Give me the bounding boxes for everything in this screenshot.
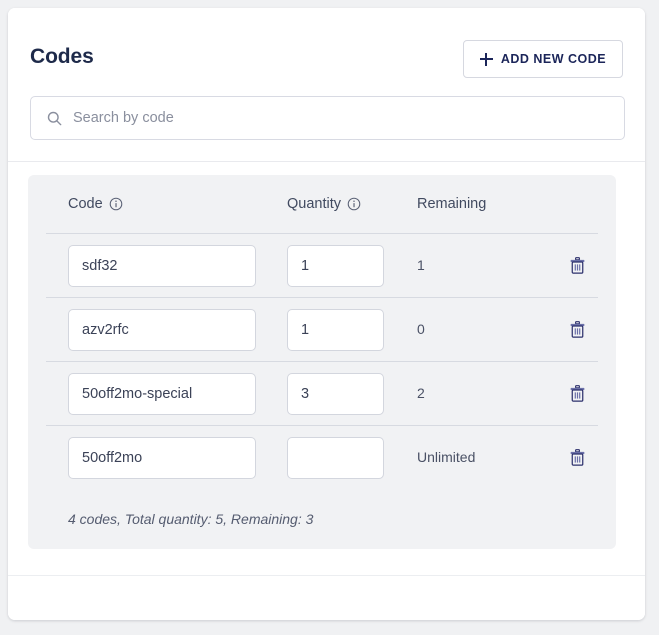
cell-actions (547, 253, 607, 278)
plus-icon (479, 52, 493, 66)
column-label-quantity: Quantity (287, 196, 341, 212)
delete-code-button[interactable] (566, 317, 589, 342)
quantity-input[interactable] (287, 244, 384, 287)
search-input[interactable] (73, 97, 624, 139)
column-label-code: Code (68, 196, 103, 212)
search-field-wrapper[interactable] (30, 96, 625, 140)
trash-icon (570, 385, 584, 402)
page-title: Codes (30, 45, 94, 68)
info-icon-quantity[interactable] (347, 197, 361, 211)
cell-remaining: 0 (417, 321, 547, 339)
cell-actions (547, 445, 607, 470)
codes-table-panel: Code Quantity Remaining sdf32 1 1 azv2rf… (28, 175, 616, 549)
column-header-quantity: Quantity (287, 196, 417, 212)
add-new-code-button[interactable]: ADD NEW CODE (463, 40, 623, 78)
column-label-remaining: Remaining (417, 196, 487, 212)
remaining-value: Unlimited (417, 448, 476, 465)
header-zone: Codes ADD NEW CODE (8, 8, 645, 162)
table-row: 1 (46, 233, 598, 297)
bottom-strip (8, 575, 645, 620)
codes-summary: 4 codes, Total quantity: 5, Remaining: 3 (68, 511, 314, 527)
remaining-value: 2 (417, 384, 425, 401)
cell-code (68, 436, 287, 479)
table-row: 2 (46, 361, 598, 425)
info-icon-code[interactable] (109, 197, 123, 211)
cell-quantity (287, 244, 417, 287)
cell-quantity (287, 308, 417, 351)
add-new-code-label: ADD NEW CODE (500, 52, 607, 66)
column-header-code: Code (68, 196, 287, 212)
trash-icon (570, 257, 584, 274)
table-row: Unlimited (46, 425, 598, 489)
table-header-row: Code Quantity Remaining (46, 175, 598, 233)
table-rows-container: 1 0 (46, 233, 598, 489)
cell-code (68, 372, 287, 415)
cell-quantity (287, 436, 417, 479)
cell-remaining: 2 (417, 385, 547, 403)
cell-code (68, 244, 287, 287)
delete-code-button[interactable] (566, 381, 589, 406)
code-input[interactable] (68, 372, 256, 415)
delete-code-button[interactable] (566, 445, 589, 470)
header-divider (8, 161, 645, 162)
remaining-value: 0 (417, 320, 425, 337)
quantity-input[interactable] (287, 436, 384, 479)
codes-page-card: Codes ADD NEW CODE Code (8, 8, 645, 620)
cell-code (68, 308, 287, 351)
delete-code-button[interactable] (566, 253, 589, 278)
trash-icon (570, 449, 584, 466)
table-row: 0 (46, 297, 598, 361)
quantity-input[interactable] (287, 308, 384, 351)
column-header-remaining: Remaining (417, 196, 547, 212)
code-input[interactable] (68, 308, 256, 351)
trash-icon (570, 321, 584, 338)
cell-quantity (287, 372, 417, 415)
remaining-value: 1 (417, 256, 425, 273)
cell-actions (547, 381, 607, 406)
search-icon (47, 111, 62, 125)
code-input[interactable] (68, 244, 256, 287)
cell-remaining: Unlimited (417, 449, 547, 467)
quantity-input[interactable] (287, 372, 384, 415)
cell-remaining: 1 (417, 257, 547, 275)
code-input[interactable] (68, 436, 256, 479)
cell-actions (547, 317, 607, 342)
